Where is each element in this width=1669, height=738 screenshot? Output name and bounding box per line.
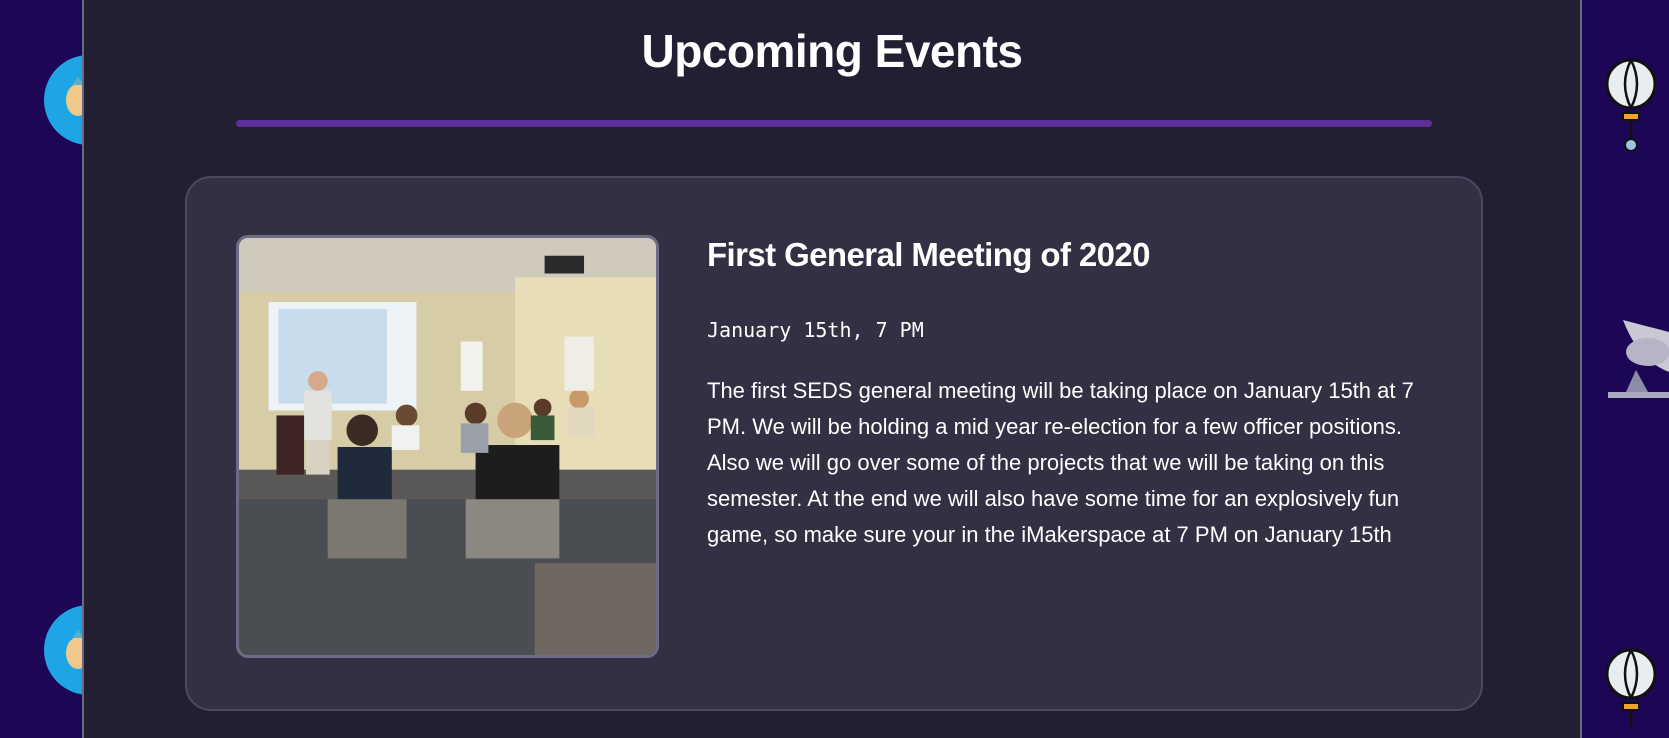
event-card: First General Meeting of 2020 January 15…	[185, 176, 1483, 711]
title-divider	[236, 120, 1432, 127]
event-description: The first SEDS general meeting will be t…	[707, 378, 1414, 547]
section-title: Upcoming Events	[641, 25, 1023, 77]
event-title: First General Meeting of 2020	[707, 236, 1151, 273]
meeting-photo	[236, 235, 659, 658]
satellite-dish-icon	[1598, 320, 1669, 420]
hot-air-balloon-icon	[1603, 648, 1659, 733]
event-date: January 15th, 7 PM	[707, 318, 924, 342]
events-section: Upcoming Events First General Meeting of…	[82, 0, 1582, 738]
hot-air-balloon-icon	[1603, 58, 1659, 158]
